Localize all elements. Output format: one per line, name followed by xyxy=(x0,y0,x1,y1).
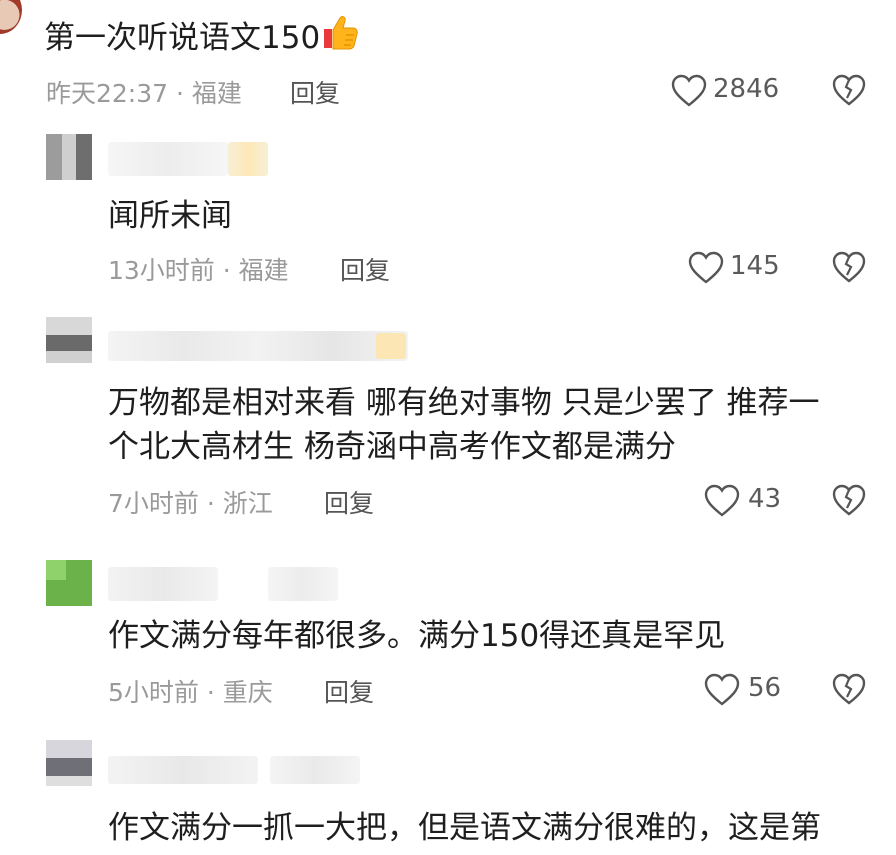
comment-text: 第一次听说语文150 xyxy=(44,20,321,56)
meta-separator: · xyxy=(206,678,215,707)
meta-separator: · xyxy=(222,256,231,285)
meta-separator: · xyxy=(176,79,184,108)
blurred-username xyxy=(108,756,258,784)
dislike-button[interactable] xyxy=(832,74,866,106)
blurred-username xyxy=(108,142,228,176)
blurred-badge xyxy=(376,333,406,359)
dislike-heart-icon xyxy=(832,251,866,283)
comment-meta: 7小时前 · 浙江 xyxy=(108,484,273,520)
comment-text: 闻所未闻 xyxy=(108,198,232,234)
avatar[interactable] xyxy=(46,560,92,606)
avatar[interactable] xyxy=(46,134,92,180)
heart-icon xyxy=(688,251,724,284)
dislike-button[interactable] xyxy=(832,673,866,705)
reply-button[interactable]: 回复 xyxy=(290,74,340,110)
like-count: 56 xyxy=(748,673,782,703)
blurred-badge xyxy=(270,756,360,784)
comment-location: 浙江 xyxy=(222,489,273,518)
heart-icon xyxy=(704,673,740,706)
comment-1: 第一次听说语文150 xyxy=(44,14,360,60)
like-count: 145 xyxy=(730,251,780,281)
reply-button[interactable]: 回复 xyxy=(324,673,374,709)
blurred-badge xyxy=(228,142,268,176)
like-count: 2846 xyxy=(713,74,780,104)
comment-text: 作文满分每年都很多。满分150得还真是罕见 xyxy=(108,618,726,654)
comment-time: 5小时前 xyxy=(108,678,199,707)
avatar[interactable] xyxy=(46,740,92,786)
heart-icon xyxy=(671,74,707,107)
comment-meta: 5小时前 · 重庆 xyxy=(108,673,273,709)
comment-meta: 昨天22:37 · 福建 xyxy=(46,74,242,110)
dislike-heart-icon xyxy=(832,74,866,106)
comment-location: 重庆 xyxy=(222,678,273,707)
comment-time: 7小时前 xyxy=(108,489,199,518)
thumbs-up-emoji-icon xyxy=(320,14,360,50)
comment-location: 福建 xyxy=(238,256,289,285)
dislike-heart-icon xyxy=(832,673,866,705)
avatar[interactable] xyxy=(46,317,92,363)
comment-location: 福建 xyxy=(191,79,242,108)
heart-icon xyxy=(704,484,740,517)
comment-text: 作文满分一抓一大把，但是语文满分很难的，这是第 xyxy=(108,810,821,846)
like-count: 43 xyxy=(748,484,782,514)
avatar[interactable] xyxy=(0,0,22,34)
comment-text-line-2: 个北大高材生 杨奇涵中高考作文都是满分 xyxy=(108,429,676,465)
comment-text-line-1: 万物都是相对来看 哪有绝对事物 只是少罢了 推荐一 xyxy=(108,385,820,421)
comment-time: 13小时前 xyxy=(108,256,215,285)
dislike-button[interactable] xyxy=(832,484,866,516)
reply-button[interactable]: 回复 xyxy=(324,484,374,520)
dislike-button[interactable] xyxy=(832,251,866,283)
dislike-heart-icon xyxy=(832,484,866,516)
blurred-username xyxy=(108,567,218,601)
meta-separator: · xyxy=(206,489,215,518)
reply-button[interactable]: 回复 xyxy=(340,251,390,287)
blurred-badge xyxy=(268,567,338,601)
comment-time: 昨天22:37 xyxy=(46,79,169,108)
blurred-username xyxy=(108,331,408,361)
comment-meta: 13小时前 · 福建 xyxy=(108,251,289,287)
